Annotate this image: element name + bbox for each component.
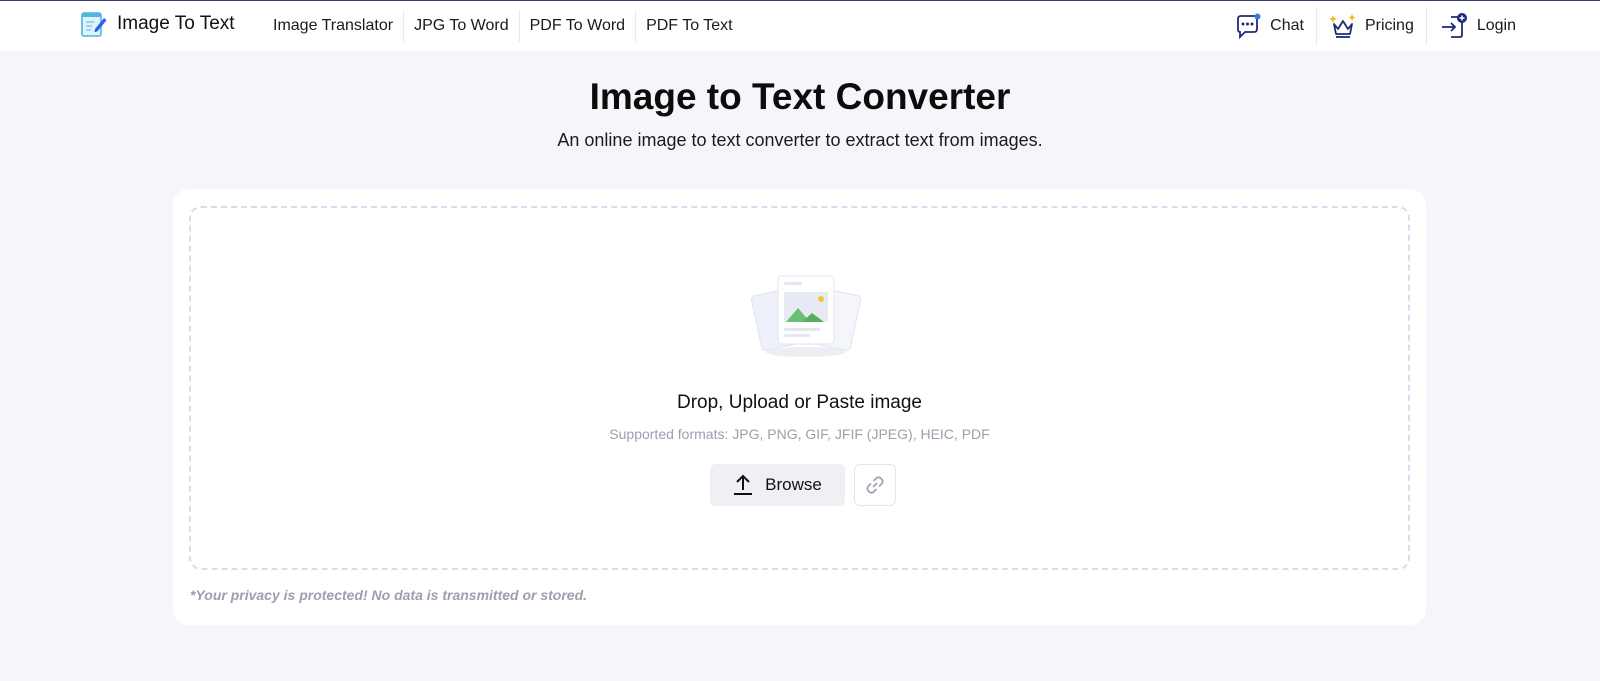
- nav-links: Image Translator JPG To Word PDF To Word…: [263, 1, 743, 51]
- login-label: Login: [1476, 17, 1516, 34]
- browse-label: Browse: [765, 475, 822, 494]
- brand-name: Image To Text: [117, 13, 235, 34]
- brand-logo[interactable]: Image To Text: [80, 10, 235, 38]
- nav-link-pdf-to-word[interactable]: PDF To Word: [520, 10, 635, 42]
- chat-button[interactable]: Chat: [1222, 6, 1316, 46]
- login-button[interactable]: Login: [1427, 6, 1528, 46]
- nav-link-image-translator[interactable]: Image Translator: [263, 10, 403, 42]
- image-dropzone[interactable]: Drop, Upload or Paste image Supported fo…: [189, 206, 1410, 570]
- browse-button[interactable]: Browse: [710, 464, 845, 506]
- navbar: Image To Text Image Translator JPG To Wo…: [0, 1, 1600, 51]
- chat-bubble-icon: [1237, 13, 1261, 40]
- supported-formats: Supported formats: JPG, PNG, GIF, JFIF (…: [609, 426, 990, 442]
- chat-label: Chat: [1270, 17, 1304, 34]
- dropzone-title: Drop, Upload or Paste image: [676, 392, 922, 413]
- link-icon: [866, 476, 884, 494]
- nav-actions: Chat Pricing Login: [1222, 1, 1528, 51]
- login-arrow-icon: [1441, 13, 1467, 38]
- image-stack-icon: [751, 275, 861, 357]
- nav-link-jpg-to-word[interactable]: JPG To Word: [404, 10, 519, 42]
- crown-icon: [1328, 14, 1356, 38]
- pricing-button[interactable]: Pricing: [1317, 6, 1426, 46]
- page-title: Image to Text Converter: [589, 76, 1011, 117]
- upload-arrow-icon: [734, 474, 753, 495]
- paste-url-button[interactable]: [854, 464, 896, 506]
- page-subtitle: An online image to text converter to ext…: [557, 130, 1043, 150]
- pricing-label: Pricing: [1364, 17, 1414, 34]
- privacy-note: *Your privacy is protected! No data is t…: [190, 587, 588, 603]
- nav-link-pdf-to-text[interactable]: PDF To Text: [636, 10, 743, 42]
- upload-card: Drop, Upload or Paste image Supported fo…: [173, 189, 1426, 625]
- notepad-pencil-icon: [81, 12, 107, 37]
